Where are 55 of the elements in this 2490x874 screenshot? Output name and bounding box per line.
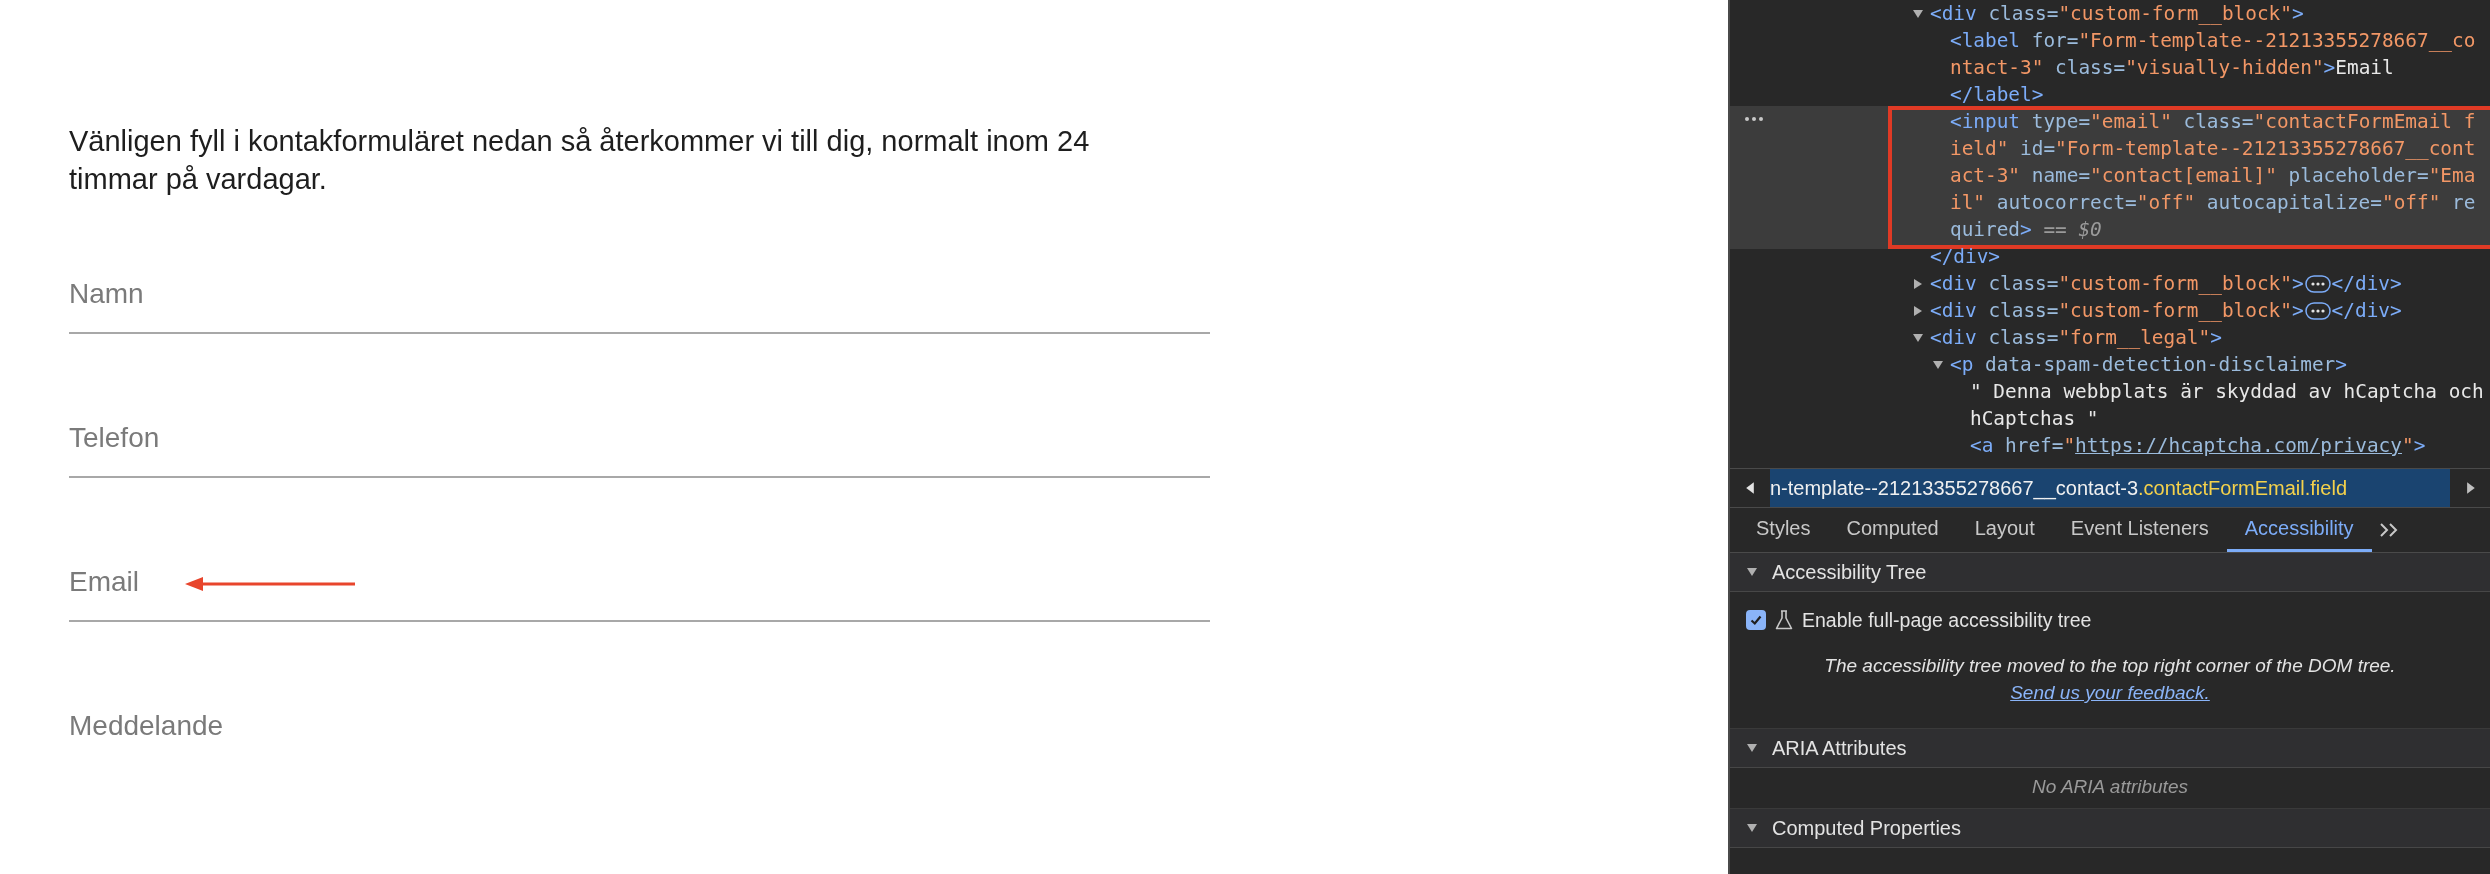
- section-title: ARIA Attributes: [1772, 736, 1907, 760]
- flask-icon: [1774, 609, 1794, 631]
- dom-node-code[interactable]: <label for="Form-template--21213355278667__contact-3" class="visually-hidden">Email: [1950, 27, 2486, 81]
- scroll-right-icon[interactable]: [2450, 469, 2490, 507]
- section-header[interactable]: ARIA Attributes: [1730, 729, 2490, 768]
- closing-tag: </label>: [1950, 81, 2486, 108]
- section-header[interactable]: Accessibility Tree: [1730, 553, 2490, 592]
- dom-tree-row[interactable]: <input type="email" class="contactFormEmail field" id="Form-template--21213355278667__contact-3" name="contact[email]" placeholder="Email" autocorrect="off" autocapitalize="off" required> == $0: [1730, 106, 2490, 249]
- more-tabs-icon[interactable]: [2377, 522, 2400, 538]
- panel-tab[interactable]: Layout: [1956, 508, 2053, 552]
- dom-node-code[interactable]: <div class="custom-form__block"> </div>: [1930, 297, 2486, 324]
- dom-tree-row[interactable]: <a href="https://hcaptcha.com/privacy">: [1730, 432, 2490, 459]
- panel-tab[interactable]: Styles: [1738, 508, 1829, 552]
- text-field[interactable]: Namn: [69, 278, 1210, 334]
- dom-tree-row[interactable]: <p data-spam-detection-disclaimer>: [1730, 351, 2490, 378]
- scroll-left-icon[interactable]: [1730, 469, 1770, 507]
- ellipsis-icon[interactable]: [2304, 275, 2331, 293]
- url-link[interactable]: https://hcaptcha.com/privacy: [2075, 434, 2402, 457]
- intro-text: Vänligen fyll i kontakformuläret nedan så återkommer vi till dig, normalt inom 24 timmar på vardagar.: [69, 124, 1091, 197]
- checkbox-label[interactable]: Enable full-page accessibility tree: [1802, 608, 2092, 632]
- panel-tab[interactable]: Event Listeners: [2052, 508, 2227, 552]
- more-icon[interactable]: [1744, 116, 1764, 122]
- dom-node-code[interactable]: <div class="form__legal">: [1930, 324, 2486, 351]
- collapsed-triangle-icon[interactable]: [1912, 305, 1924, 317]
- dom-tree-row[interactable]: <div class="custom-form__block">: [1730, 0, 2490, 27]
- info-note: The accessibility tree moved to the top right corner of the DOM tree. Send us your feedback.: [1823, 654, 2397, 705]
- expanded-triangle-icon[interactable]: [1912, 332, 1924, 344]
- dom-tree-row[interactable]: <label for="Form-template--21213355278667__contact-3" class="visually-hidden">Email: [1730, 27, 2490, 81]
- expanded-triangle-icon[interactable]: [1746, 822, 1758, 834]
- dom-tree-row[interactable]: " Denna webbplats är skyddad av hCaptcha och hCaptchas ": [1730, 378, 2490, 432]
- dom-tree-row[interactable]: <div class="custom-form__block"> </div>: [1730, 297, 2490, 324]
- empty-message: No ARIA attributes: [2032, 776, 2188, 797]
- section-title: Accessibility Tree: [1772, 560, 1927, 584]
- section-title: Computed Properties: [1772, 816, 1961, 840]
- dom-node-code[interactable]: <p data-spam-detection-disclaimer>: [1950, 351, 2486, 378]
- dom-node-code[interactable]: " Denna webbplats är skyddad av hCaptcha och hCaptchas ": [1970, 378, 2486, 432]
- panel-tab[interactable]: Computed: [1828, 508, 1957, 552]
- ellipsis-icon[interactable]: [2304, 302, 2331, 320]
- expanded-triangle-icon[interactable]: [1746, 566, 1758, 578]
- section-header[interactable]: Computed Properties: [1730, 809, 2490, 848]
- dom-tree-row[interactable]: <div class="custom-form__block"> </div>: [1730, 270, 2490, 297]
- expanded-triangle-icon[interactable]: [1932, 359, 1944, 371]
- dom-node-code[interactable]: <a href="https://hcaptcha.com/privacy">: [1970, 432, 2486, 459]
- checkmark-icon: [1749, 613, 1763, 627]
- collapsed-triangle-icon[interactable]: [1912, 278, 1924, 290]
- checkbox[interactable]: [1746, 610, 1766, 630]
- dom-node-code[interactable]: <div class="custom-form__block">: [1930, 0, 2486, 27]
- feedback-link[interactable]: Send us your feedback.: [2010, 682, 2210, 703]
- dom-node-code[interactable]: <input type="email" class="contactFormEmail field" id="Form-template--21213355278667__contact-3" name="contact[email]" placeholder="Email" autocorrect="off" autocapitalize="off" required> == $0: [1950, 108, 2486, 243]
- text-field[interactable]: Telefon: [69, 422, 1210, 478]
- dom-tree-row[interactable]: <div class="form__legal">: [1730, 324, 2490, 351]
- expanded-triangle-icon[interactable]: [1912, 8, 1924, 20]
- expanded-triangle-icon[interactable]: [1746, 742, 1758, 754]
- dom-node-code[interactable]: <div class="custom-form__block"> </div>: [1930, 270, 2486, 297]
- text-field[interactable]: Email: [69, 566, 1210, 622]
